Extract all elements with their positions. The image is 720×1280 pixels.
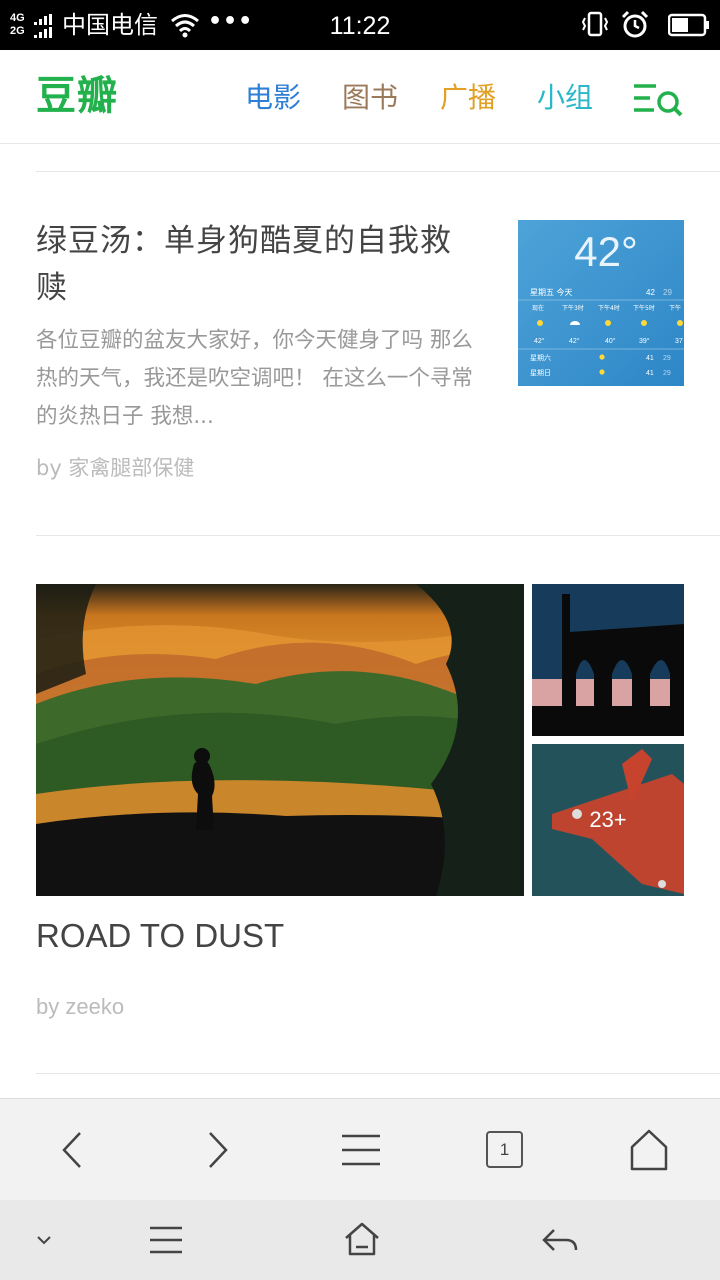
svg-text:29: 29: [663, 355, 671, 362]
nav-group[interactable]: 小组: [537, 78, 593, 118]
menu-icon[interactable]: [336, 1127, 386, 1173]
item-side-image[interactable]: [532, 584, 684, 736]
svg-text:29: 29: [663, 370, 671, 377]
item-title[interactable]: 绿豆汤：单身狗酷夏的自我救赎: [36, 218, 476, 312]
svg-text:42: 42: [646, 288, 655, 297]
vibrate-icon: [581, 11, 609, 37]
svg-text:42°: 42°: [569, 337, 580, 345]
svg-text:39°: 39°: [639, 337, 650, 345]
system-home-icon[interactable]: [340, 1220, 384, 1260]
weather-temp: 42°: [574, 228, 638, 275]
douban-logo[interactable]: 豆瓣: [36, 70, 118, 122]
svg-text:42°: 42°: [534, 337, 545, 345]
item-byline: by 家禽腿部保健: [36, 456, 195, 480]
recent-apps-icon[interactable]: [144, 1220, 188, 1260]
svg-text:41: 41: [646, 355, 654, 362]
item-excerpt: 各位豆瓣的盆友大家好，你今天健身了吗 那么热的天气，我还是吹空调吧！ 在这么一个…: [36, 328, 473, 429]
svg-text:40°: 40°: [605, 337, 616, 345]
svg-text:下午3时: 下午3时: [562, 304, 584, 312]
svg-text:星期日: 星期日: [530, 369, 551, 377]
item-main-image[interactable]: [36, 584, 524, 896]
tabs-button[interactable]: 1: [486, 1131, 523, 1168]
battery-icon: [668, 13, 709, 37]
item-title[interactable]: ROAD TO DUST: [36, 912, 284, 960]
item-side-image[interactable]: 23+: [532, 744, 684, 896]
svg-text:41: 41: [646, 370, 654, 377]
divider: [36, 535, 720, 536]
svg-text:星期五 今天: 星期五 今天: [530, 287, 573, 297]
system-back-icon[interactable]: [538, 1220, 582, 1260]
home-icon[interactable]: [624, 1127, 674, 1173]
divider: [36, 171, 720, 172]
more-images-count: 23+: [589, 807, 627, 832]
menu-search-icon[interactable]: [630, 78, 686, 122]
svg-text:星期六: 星期六: [530, 353, 551, 362]
svg-text:37: 37: [675, 338, 683, 345]
svg-text:现在: 现在: [532, 304, 544, 312]
svg-text:29: 29: [663, 288, 672, 297]
back-icon[interactable]: [48, 1127, 98, 1173]
nav-movie[interactable]: 电影: [245, 78, 301, 118]
alarm-icon: [621, 10, 649, 38]
svg-text:下午: 下午: [669, 304, 681, 312]
nav-book[interactable]: 图书: [342, 78, 398, 118]
item-thumbnail[interactable]: 42° 星期五 今天 42 29 现在 下午3时 下午4时 下午5时 下午 42…: [518, 220, 684, 386]
item-byline: by zeeko: [36, 994, 125, 1019]
forward-icon[interactable]: [192, 1127, 242, 1173]
system-nav-bar: [0, 1200, 720, 1280]
hide-nav-icon[interactable]: [22, 1220, 66, 1260]
browser-toolbar: [0, 1098, 720, 1200]
status-bar: 4G 2G 中国电信 ••• 11:22: [0, 0, 720, 50]
site-header: 豆瓣 电影 图书 广播 小组: [0, 50, 720, 144]
nav-broadcast[interactable]: 广播: [440, 78, 496, 118]
svg-text:下午4时: 下午4时: [598, 304, 620, 312]
svg-text:下午5时: 下午5时: [633, 304, 655, 312]
divider: [36, 1073, 720, 1074]
clock: 11:22: [329, 12, 391, 40]
